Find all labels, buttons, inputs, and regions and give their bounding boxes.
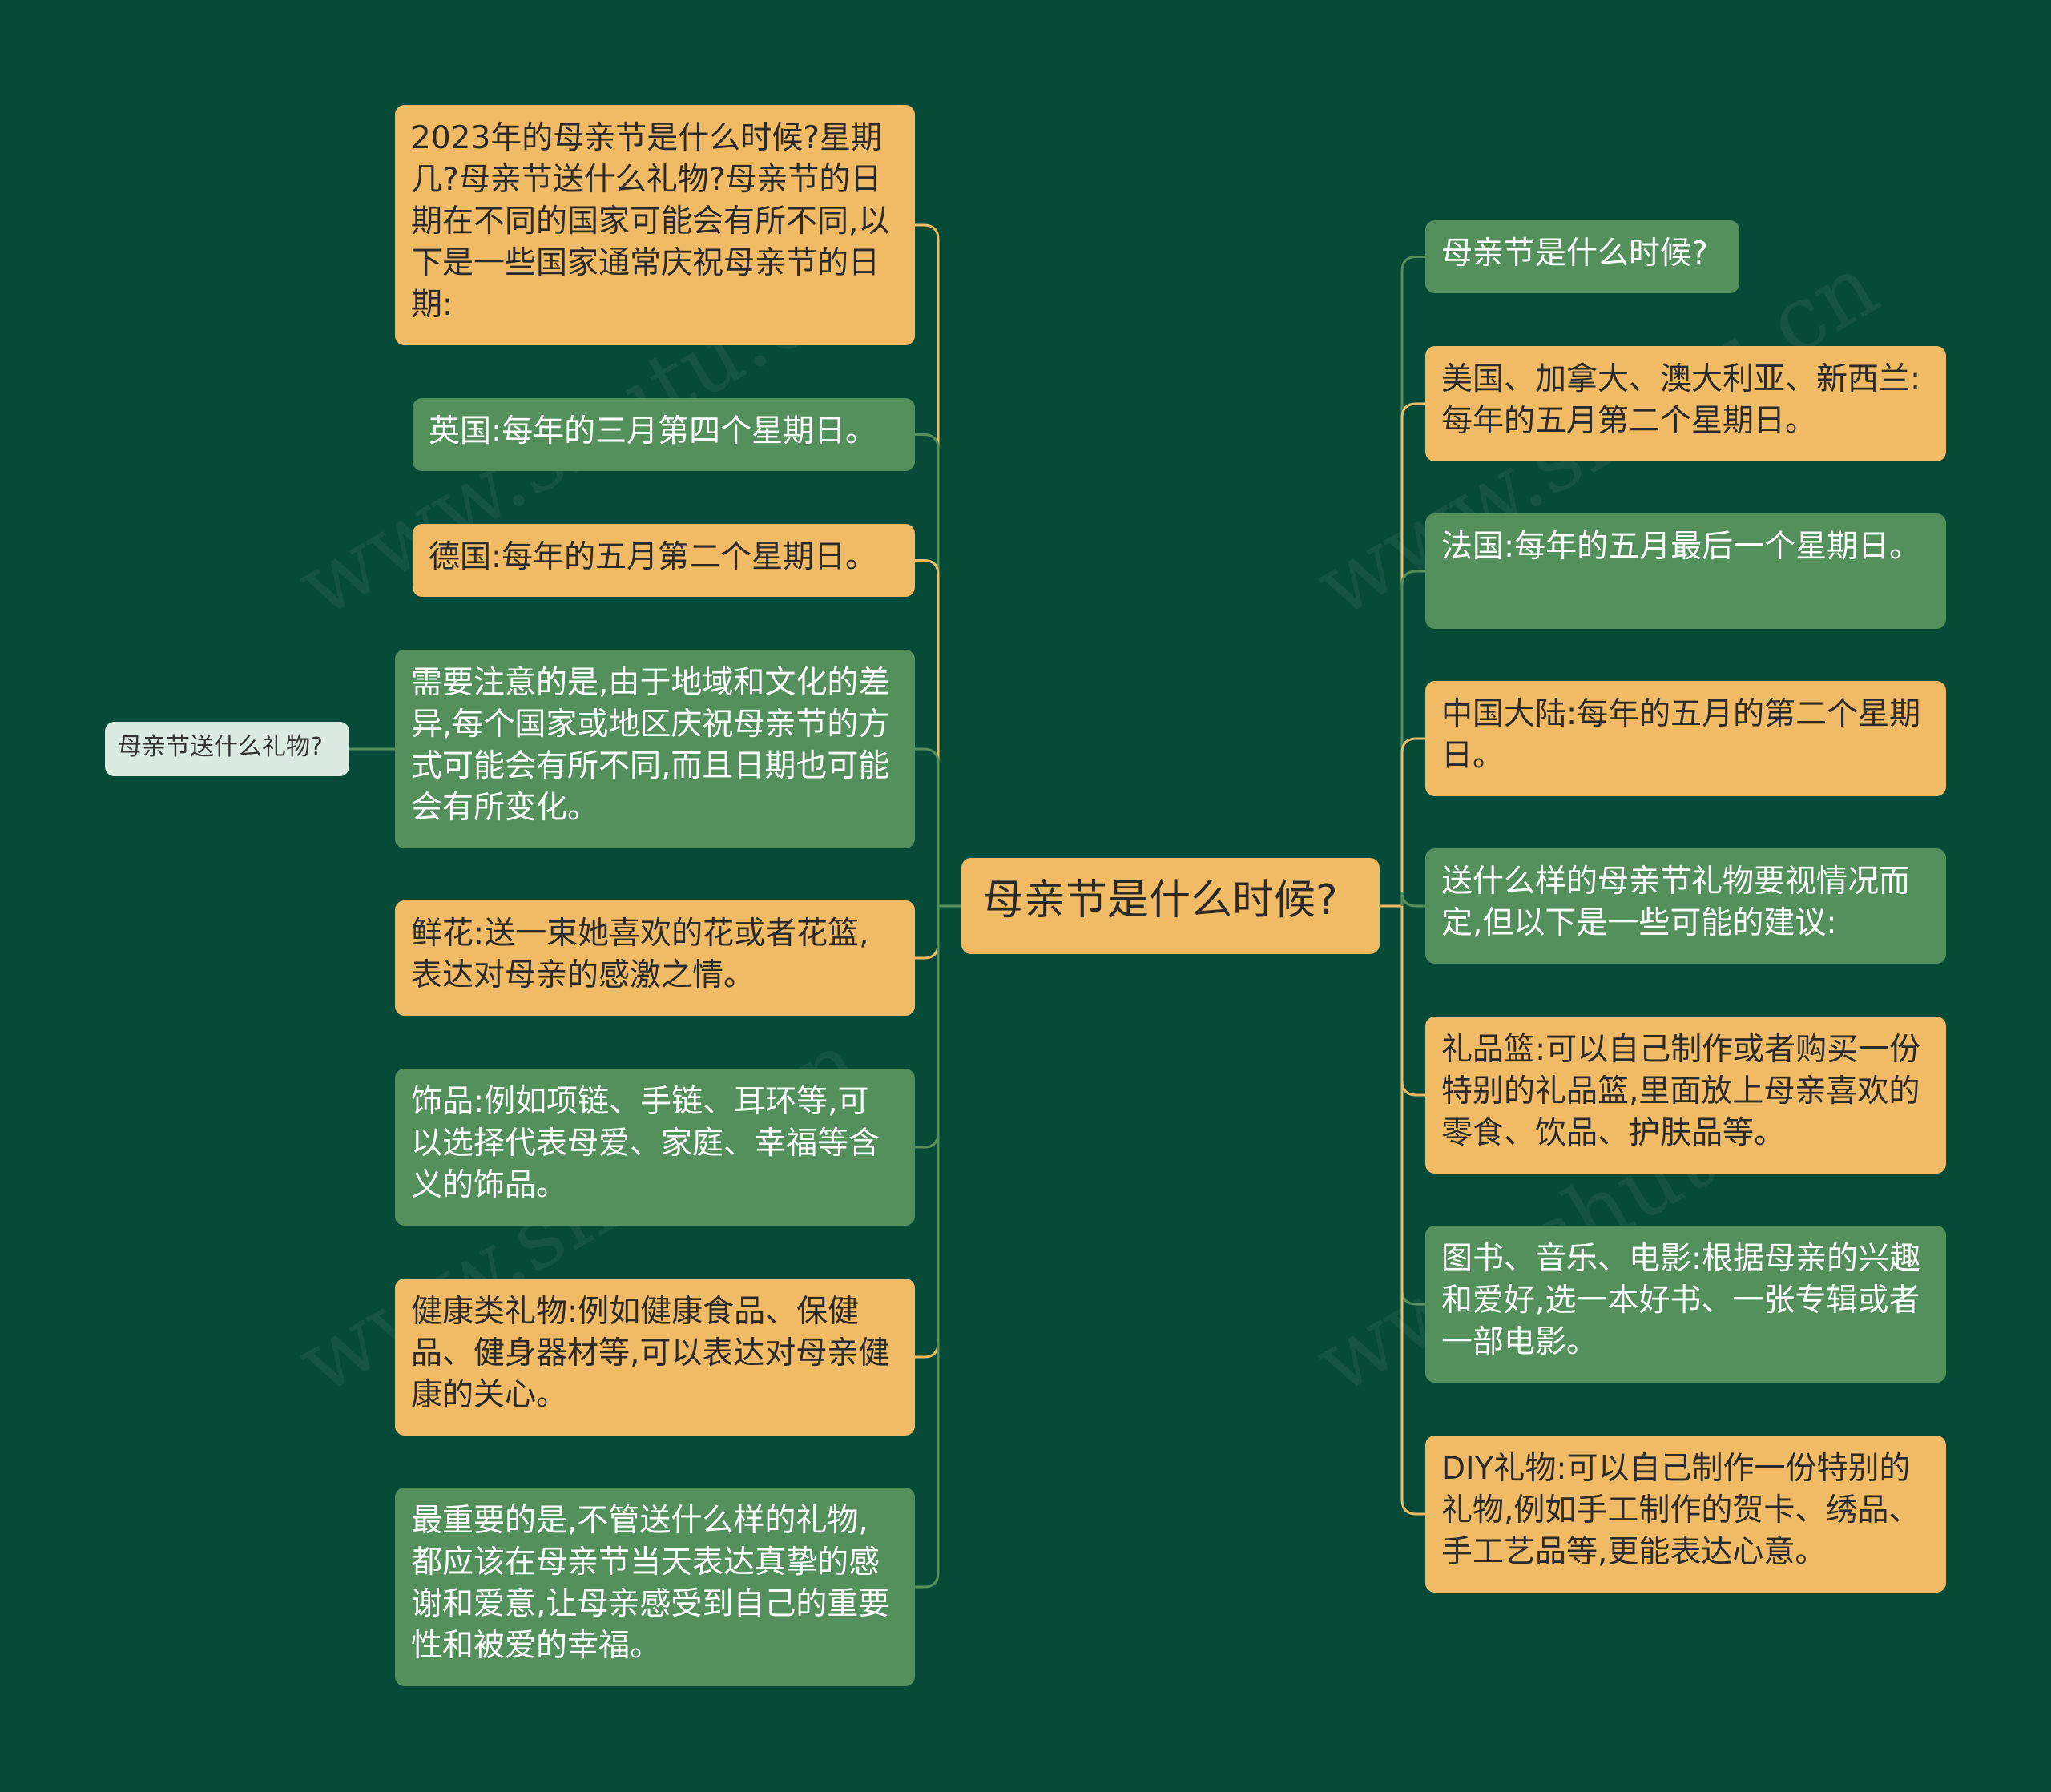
left-node[interactable]: 鲜花:送一束她喜欢的花或者花篮,表达对母亲的感激之情。	[395, 900, 915, 1016]
left-node[interactable]: 英国:每年的三月第四个星期日。	[413, 398, 915, 471]
right-node[interactable]: 母亲节是什么时候?	[1425, 220, 1739, 293]
left-node[interactable]: 2023年的母亲节是什么时候?星期几?母亲节送什么礼物?母亲节的日期在不同的国家…	[395, 105, 915, 345]
connector-right	[1400, 256, 1425, 906]
right-node[interactable]: 礼品篮:可以自己制作或者购买一份特别的礼品篮,里面放上母亲喜欢的零食、饮品、护肤…	[1425, 1017, 1946, 1174]
connector-right	[1400, 906, 1425, 1516]
right-node[interactable]: 图书、音乐、电影:根据母亲的兴趣和爱好,选一本好书、一张专辑或者一部电影。	[1425, 1226, 1946, 1383]
connector-right	[1400, 906, 1425, 1306]
connector-left	[915, 906, 940, 960]
left-node[interactable]: 需要注意的是,由于地域和文化的差异,每个国家或地区庆祝母亲节的方式可能会有所不同…	[395, 650, 915, 848]
right-node[interactable]: DIY礼物:可以自己制作一份特别的礼物,例如手工制作的贺卡、绣品、手工艺品等,更…	[1425, 1436, 1946, 1593]
center-topic[interactable]: 母亲节是什么时候?	[961, 858, 1380, 954]
left-node[interactable]: 饰品:例如项链、手链、耳环等,可以选择代表母爱、家庭、幸福等含义的饰品。	[395, 1069, 915, 1226]
mind-map: www.shutu.cn www.shutu.cn www.shutu.cn w…	[0, 0, 2051, 1792]
connector-right	[1400, 906, 1425, 1097]
connector-left	[915, 747, 940, 906]
right-node[interactable]: 送什么样的母亲节礼物要视情况而定,但以下是一些可能的建议:	[1425, 848, 1946, 964]
right-node[interactable]: 美国、加拿大、澳大利亚、新西兰:每年的五月第二个星期日。	[1425, 346, 1946, 461]
connector-right	[1400, 891, 1425, 908]
left-node[interactable]: 德国:每年的五月第二个星期日。	[413, 524, 915, 597]
left-node[interactable]: 健康类礼物:例如健康食品、保健品、健身器材等,可以表达对母亲健康的关心。	[395, 1279, 915, 1436]
left-node[interactable]: 最重要的是,不管送什么样的礼物,都应该在母亲节当天表达真挚的感谢和爱意,让母亲感…	[395, 1488, 915, 1686]
connector-right	[1400, 737, 1425, 906]
connector-left	[915, 906, 940, 1149]
connector-left	[915, 906, 940, 1359]
side-topic-gift[interactable]: 母亲节送什么礼物?	[105, 722, 349, 776]
connector-left	[915, 433, 940, 906]
right-node[interactable]: 中国大陆:每年的五月的第二个星期日。	[1425, 681, 1946, 796]
connector-right	[1400, 402, 1425, 906]
right-node[interactable]: 法国:每年的五月最后一个星期日。	[1425, 513, 1946, 629]
connector-left	[915, 559, 940, 906]
connector-left	[915, 906, 940, 1589]
